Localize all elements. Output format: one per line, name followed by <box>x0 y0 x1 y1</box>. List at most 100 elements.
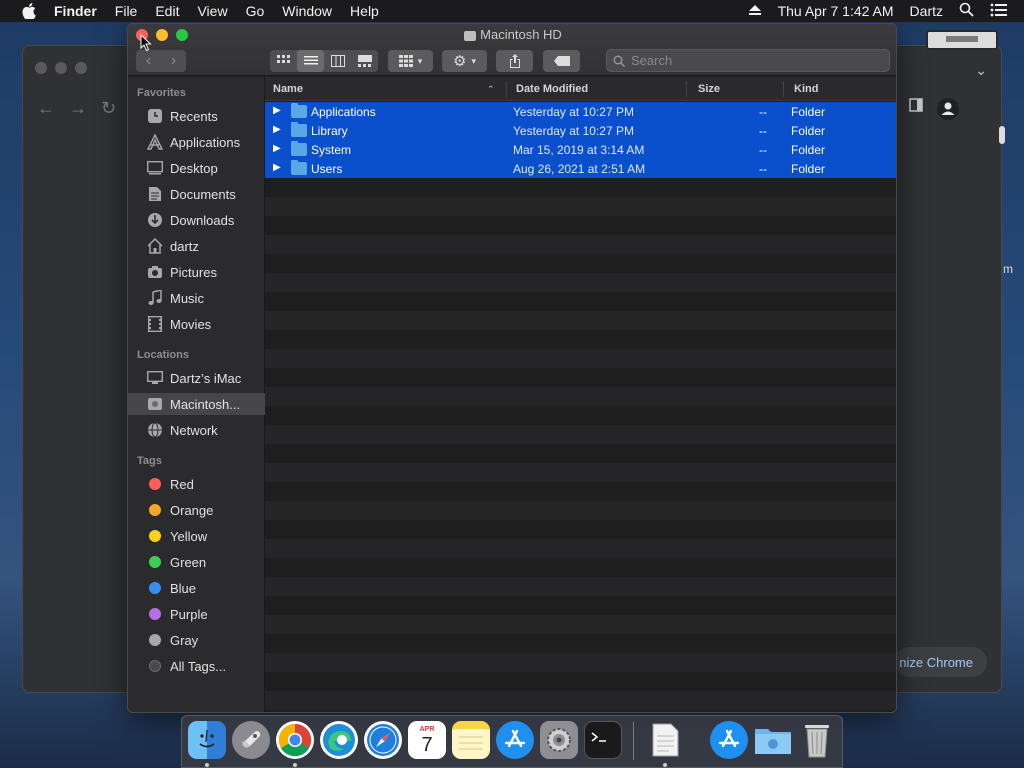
chrome-close-button[interactable] <box>35 62 47 74</box>
menubar-user[interactable]: Dartz <box>910 3 943 19</box>
running-indicator <box>205 763 209 767</box>
menu-go[interactable]: Go <box>246 3 265 19</box>
menu-window[interactable]: Window <box>282 3 332 19</box>
column-header-size[interactable]: Size <box>698 83 720 95</box>
sidebar-item-label: Recents <box>170 108 218 124</box>
menu-view[interactable]: View <box>197 3 227 19</box>
table-row[interactable]: ▶ Applications Yesterday at 10:27 PM -- … <box>265 102 896 121</box>
action-menu-button[interactable]: ⚙ ▾ <box>442 50 487 72</box>
sidebar-item-imac[interactable]: Dartz’s iMac <box>128 367 265 389</box>
finder-titlebar[interactable]: Macintosh HD ‹ › ▾ ⚙ ▾ Search <box>128 24 896 76</box>
sidebar-item-label: Music <box>170 290 204 306</box>
edit-tags-button[interactable] <box>543 50 580 72</box>
column-header-name[interactable]: Name <box>273 83 303 95</box>
sidebar-tag-gray[interactable]: Gray <box>128 629 265 651</box>
sidebar-item-recents[interactable]: Recents <box>128 105 265 127</box>
spotlight-search-icon[interactable] <box>959 2 974 20</box>
icon-view-button[interactable] <box>270 50 297 72</box>
appstore-icon[interactable] <box>496 721 534 759</box>
empty-row <box>265 577 896 596</box>
folder-icon[interactable] <box>754 721 792 759</box>
menubar-clock[interactable]: Thu Apr 7 1:42 AM <box>778 3 894 19</box>
appstore-icon[interactable] <box>710 721 748 759</box>
calendar-icon[interactable]: APR 7 <box>408 721 446 759</box>
table-row[interactable]: ▶ System Mar 15, 2019 at 3:14 AM -- Fold… <box>265 140 896 159</box>
document-icon[interactable] <box>646 721 684 759</box>
sidebar-item-movies[interactable]: Movies <box>128 313 265 335</box>
empty-row <box>265 235 896 254</box>
sidebar-item-applications[interactable]: Applications <box>128 131 265 153</box>
column-header-kind[interactable]: Kind <box>794 83 818 95</box>
sidebar-item-desktop[interactable]: Desktop <box>128 157 265 179</box>
rocket-icon[interactable] <box>232 721 270 759</box>
menu-edit[interactable]: Edit <box>155 3 179 19</box>
reload-icon[interactable]: ↻ <box>101 98 116 119</box>
grid-icon <box>276 55 290 63</box>
sidebar-tag-red[interactable]: Red <box>128 473 265 495</box>
eject-icon[interactable] <box>748 3 762 19</box>
sidebar-item-macintosh-hd[interactable]: Macintosh... <box>128 393 265 415</box>
tag-icon <box>553 56 570 66</box>
notes-icon[interactable] <box>452 721 490 759</box>
search-field[interactable]: Search <box>606 49 890 72</box>
running-indicator <box>663 763 667 767</box>
file-date: Yesterday at 10:27 PM <box>513 124 634 138</box>
edge-icon[interactable] <box>320 721 358 759</box>
sidebar-item-label: Red <box>170 476 194 492</box>
trash-icon[interactable] <box>798 721 836 759</box>
sidebar-tag-green[interactable]: Green <box>128 551 265 573</box>
profile-avatar-icon[interactable] <box>937 98 959 123</box>
forward-button[interactable]: › <box>161 50 186 72</box>
finder-icon[interactable] <box>188 721 226 759</box>
terminal-icon[interactable] <box>584 721 622 759</box>
forward-arrow-icon[interactable]: → <box>69 98 87 119</box>
sidebar-item-network[interactable]: Network <box>128 419 265 441</box>
sidebar-item-label: Dartz’s iMac <box>170 370 242 386</box>
disclosure-triangle-icon[interactable]: ▶ <box>273 124 281 135</box>
desktop-drive-icon[interactable] <box>926 30 998 50</box>
sidebar-item-downloads[interactable]: Downloads <box>128 209 265 231</box>
column-header-date-modified[interactable]: Date Modified <box>516 83 588 95</box>
file-kind: Folder <box>791 143 826 157</box>
compass-icon[interactable] <box>364 721 402 759</box>
sidebar-tag-all-tags[interactable]: All Tags... <box>128 655 265 677</box>
sidebar-tag-blue[interactable]: Blue <box>128 577 265 599</box>
chrome-minimize-button[interactable] <box>55 62 67 74</box>
back-arrow-icon[interactable]: ← <box>37 98 55 119</box>
share-button[interactable] <box>496 50 533 72</box>
sidebar-item-documents[interactable]: Documents <box>128 183 265 205</box>
empty-row <box>265 387 896 406</box>
sidebar-tag-yellow[interactable]: Yellow <box>128 525 265 547</box>
sidebar-item-music[interactable]: Music <box>128 287 265 309</box>
disclosure-triangle-icon[interactable]: ▶ <box>273 162 281 173</box>
sidebar-item-label: dartz <box>170 238 199 254</box>
gallery-view-button[interactable] <box>351 50 378 72</box>
side-panel-icon[interactable] <box>909 98 923 115</box>
menu-finder[interactable]: Finder <box>54 3 97 19</box>
disclosure-triangle-icon[interactable]: ▶ <box>273 143 281 154</box>
group-by-button[interactable]: ▾ <box>388 50 433 72</box>
chrome-icon[interactable] <box>276 721 314 759</box>
list-view-button[interactable] <box>297 50 324 72</box>
table-row[interactable]: ▶ Library Yesterday at 10:27 PM -- Folde… <box>265 121 896 140</box>
column-view-button[interactable] <box>324 50 351 72</box>
sidebar-item-dartz[interactable]: dartz <box>128 235 265 257</box>
menu-help[interactable]: Help <box>350 3 379 19</box>
sidebar-tag-purple[interactable]: Purple <box>128 603 265 625</box>
chrome-scrollbar[interactable] <box>999 126 1005 144</box>
sidebar-item-pictures[interactable]: Pictures <box>128 261 265 283</box>
chrome-maximize-button[interactable] <box>75 62 87 74</box>
customize-chrome-button[interactable]: nize Chrome <box>895 647 987 677</box>
chevron-down-icon: ▾ <box>417 55 423 66</box>
apple-icon[interactable] <box>20 2 38 20</box>
gallery-icon <box>357 55 372 67</box>
sidebar-tag-orange[interactable]: Orange <box>128 499 265 521</box>
disclosure-triangle-icon[interactable]: ▶ <box>273 105 281 116</box>
table-row[interactable]: ▶ Users Aug 26, 2021 at 2:51 AM -- Folde… <box>265 159 896 178</box>
sidebar-item-label: Macintosh... <box>170 396 241 412</box>
tab-search-chevron-icon[interactable]: ⌄ <box>975 62 987 79</box>
notification-center-icon[interactable] <box>990 3 1008 20</box>
menu-file[interactable]: File <box>115 3 138 19</box>
gear-icon[interactable] <box>540 721 578 759</box>
folder-icon <box>291 141 307 156</box>
